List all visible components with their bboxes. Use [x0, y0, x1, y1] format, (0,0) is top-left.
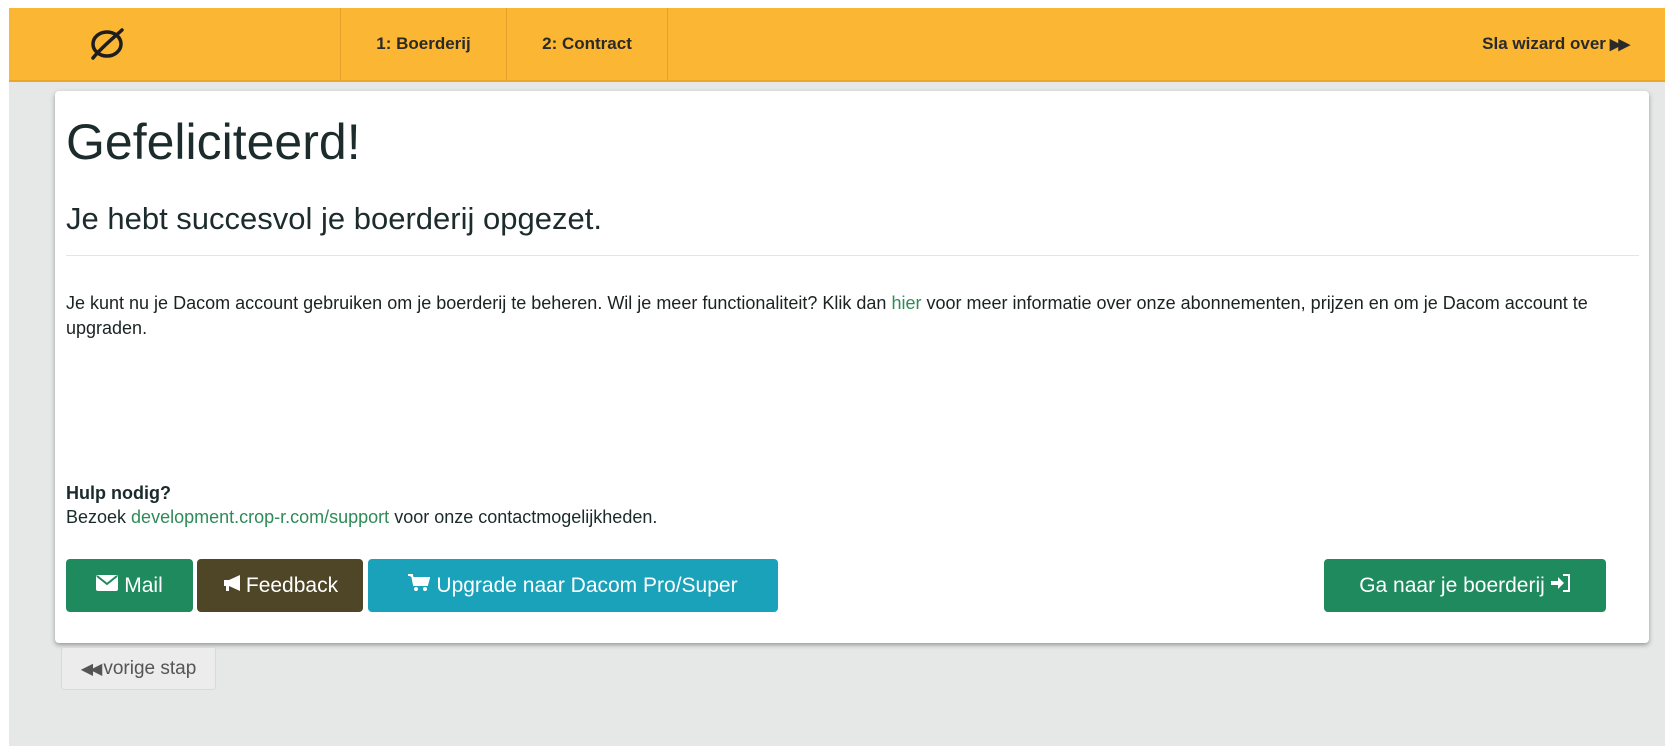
skip-wizard-link[interactable]: Sla wizard over ▶▶: [1482, 8, 1630, 80]
divider: [66, 255, 1639, 256]
go-to-farm-button[interactable]: Ga naar je boerderij: [1324, 559, 1606, 612]
sign-in-icon: [1550, 573, 1571, 598]
help-text: Bezoek development.crop-r.com/support vo…: [66, 507, 657, 528]
nav-step-boerderij[interactable]: 1: Boerderij: [340, 8, 506, 80]
page-subtitle: Je hebt succesvol je boerderij opgezet.: [66, 201, 602, 236]
mail-button-label: Mail: [124, 573, 163, 597]
rewind-icon: ◀◀: [80, 660, 103, 678]
help-text-before: Bezoek: [66, 507, 132, 527]
app-frame: 1: Boerderij 2: Contract Sla wizard over…: [9, 8, 1665, 746]
mail-button[interactable]: Mail: [66, 559, 193, 612]
help-text-after: voor onze contactmogelijkheden.: [389, 507, 658, 527]
info-link-hier[interactable]: hier: [891, 293, 921, 313]
support-link[interactable]: development.crop-r.com/support: [131, 507, 389, 527]
previous-step-label: vorige stap: [103, 657, 197, 679]
success-card: Gefeliciteerd! Je hebt succesvol je boer…: [55, 91, 1649, 643]
go-to-farm-label: Ga naar je boerderij: [1359, 573, 1545, 597]
fast-forward-icon: ▶▶: [1609, 36, 1630, 53]
envelope-icon: [96, 574, 119, 597]
cart-icon: [408, 573, 431, 598]
leaf-icon[interactable]: [89, 26, 125, 62]
previous-step-button[interactable]: ◀◀ vorige stap: [61, 647, 216, 690]
upgrade-button-label: Upgrade naar Dacom Pro/Super: [436, 573, 738, 597]
feedback-button[interactable]: Feedback: [197, 559, 363, 612]
megaphone-icon: [222, 574, 244, 598]
info-text: Je kunt nu je Dacom account gebruiken om…: [66, 291, 1646, 341]
nav-step-contract[interactable]: 2: Contract: [506, 8, 668, 80]
upgrade-button[interactable]: Upgrade naar Dacom Pro/Super: [368, 559, 778, 612]
skip-wizard-label: Sla wizard over: [1482, 34, 1606, 53]
help-title: Hulp nodig?: [66, 483, 171, 503]
page-title: Gefeliciteerd!: [66, 114, 361, 170]
top-nav: 1: Boerderij 2: Contract Sla wizard over…: [9, 8, 1665, 82]
info-text-before: Je kunt nu je Dacom account gebruiken om…: [66, 293, 892, 313]
feedback-button-label: Feedback: [245, 573, 339, 597]
